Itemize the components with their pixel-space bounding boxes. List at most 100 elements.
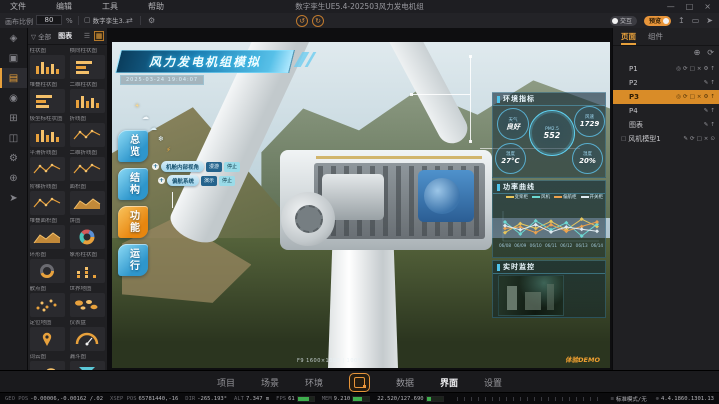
viewport-3d[interactable]: 风力发电机组模拟 2025-03-24 19:04:07 ☀☁☁❄⚡ 总览结构功… bbox=[112, 42, 610, 368]
frame-icon[interactable]: ◉ bbox=[0, 88, 27, 108]
callout-button[interactable]: 停止 bbox=[224, 162, 240, 172]
undo-icon[interactable]: ↺ bbox=[296, 15, 308, 27]
menu-item[interactable]: 帮助 bbox=[148, 1, 164, 12]
cloud-icon-2[interactable]: ☁ bbox=[150, 124, 157, 132]
bottom-tab-项目[interactable]: 项目 bbox=[217, 376, 235, 389]
row-action-icon[interactable]: ↑ bbox=[710, 94, 715, 100]
monitor-video-thumbnail[interactable] bbox=[498, 275, 564, 316]
page-row[interactable]: P4✎↑ bbox=[613, 104, 719, 118]
page-row[interactable]: 图表✎↑ bbox=[613, 118, 719, 132]
grid-view-icon[interactable]: ▦ bbox=[94, 31, 104, 41]
chart-tile[interactable]: 堆叠柱状图 bbox=[30, 82, 66, 113]
redo-icon[interactable]: ↻ bbox=[312, 15, 324, 27]
minimize-button[interactable]: — bbox=[667, 2, 675, 11]
page-row[interactable]: P2✎↑ bbox=[613, 76, 719, 90]
hud-menu-4[interactable]: 运行 bbox=[118, 244, 148, 276]
sun-icon[interactable]: ☀ bbox=[134, 102, 140, 110]
callout-button[interactable]: 演示 bbox=[201, 176, 217, 186]
menu-item[interactable]: 编辑 bbox=[56, 1, 72, 12]
row-action-icon[interactable]: ⚙ bbox=[703, 66, 708, 72]
lightning-icon[interactable]: ⚡ bbox=[166, 146, 171, 154]
cloud-icon[interactable]: ☁ bbox=[142, 113, 149, 121]
chart-tile[interactable]: 仪表盘 bbox=[70, 320, 106, 351]
chart-tile[interactable]: 漏斗图 bbox=[70, 354, 106, 370]
interact-toggle[interactable]: 交互 bbox=[610, 16, 637, 26]
publish-icon[interactable]: ↥ bbox=[678, 16, 685, 25]
row-action-icon[interactable]: ✎ bbox=[704, 80, 709, 86]
row-action-icon[interactable]: ⟳ bbox=[683, 94, 688, 100]
row-action-icon[interactable]: ↑ bbox=[710, 108, 715, 114]
bottom-tab-环境[interactable]: 环境 bbox=[305, 376, 323, 389]
snow-icon[interactable]: ❄ bbox=[158, 135, 164, 143]
filter-dropdown[interactable]: ▽ 全部 bbox=[31, 31, 51, 41]
bottom-tab-界面[interactable]: 界面 bbox=[440, 376, 458, 389]
table-icon[interactable]: ⊞ bbox=[0, 108, 27, 128]
row-action-icon[interactable]: ↑ bbox=[710, 122, 715, 128]
app-logo[interactable] bbox=[349, 373, 370, 392]
chart-library-icon[interactable]: ▤ bbox=[0, 68, 27, 88]
project-chip[interactable]: ▢ 数字孪生3... bbox=[84, 15, 129, 25]
row-action-icon[interactable]: ⟳ bbox=[683, 66, 688, 72]
visibility-box-icon[interactable]: □ bbox=[621, 136, 626, 142]
row-action-icon[interactable]: ◎ bbox=[676, 66, 681, 72]
swap-icon[interactable]: ⇄ bbox=[126, 16, 133, 25]
hud-menu-3[interactable]: 功能 bbox=[118, 206, 148, 238]
row-action-icon[interactable]: □ bbox=[690, 66, 695, 72]
bottom-tab-场景[interactable]: 场景 bbox=[261, 376, 279, 389]
page-row[interactable]: □风机模型1✎⟳□×⊙ bbox=[613, 132, 719, 146]
chart-tile[interactable]: 环形图 bbox=[30, 252, 66, 283]
plus-node-icon[interactable]: + bbox=[152, 163, 159, 170]
scene-icon[interactable]: ▣ bbox=[0, 48, 27, 68]
menu-item[interactable]: 工具 bbox=[102, 1, 118, 12]
node-graph-icon[interactable]: ◈ bbox=[0, 28, 27, 48]
row-action-icon[interactable]: ⚙ bbox=[703, 94, 708, 100]
bottom-tab-数据[interactable]: 数据 bbox=[396, 376, 414, 389]
row-action-icon[interactable]: ◎ bbox=[676, 94, 681, 100]
chart-tile[interactable]: 极坐标柱状图 bbox=[30, 116, 66, 147]
chart-tile[interactable]: 散点图 bbox=[30, 286, 66, 317]
legend-item[interactable]: 变桨柜 bbox=[506, 194, 529, 200]
tab-组件[interactable]: 组件 bbox=[648, 31, 663, 45]
callout-label[interactable]: 偏航系统 bbox=[167, 175, 199, 186]
chart-tile[interactable]: 世界地图 bbox=[70, 286, 106, 317]
row-action-icon[interactable]: ⊙ bbox=[710, 136, 715, 142]
row-action-icon[interactable]: ↑ bbox=[710, 66, 715, 72]
chart-tile[interactable]: 二维折线图 bbox=[70, 150, 106, 181]
preview-toggle[interactable]: 预览 bbox=[644, 16, 671, 26]
canvas-scale-input[interactable] bbox=[36, 15, 62, 25]
row-action-icon[interactable]: ⟳ bbox=[690, 136, 695, 142]
chart-tile[interactable]: 堆叠面积图 bbox=[30, 218, 66, 249]
plus-node-icon[interactable]: + bbox=[158, 177, 165, 184]
chart-tile[interactable]: 饼图 bbox=[70, 218, 106, 249]
menu-item[interactable]: 文件 bbox=[10, 1, 26, 12]
legend-item[interactable]: 风机 bbox=[532, 194, 550, 200]
row-action-icon[interactable]: ✎ bbox=[704, 108, 709, 114]
export-icon[interactable]: ➤ bbox=[0, 188, 27, 208]
display-icon[interactable]: ▭ bbox=[692, 16, 700, 25]
row-action-icon[interactable]: ↑ bbox=[710, 80, 715, 86]
hud-menu-2[interactable]: 结构 bbox=[118, 168, 148, 200]
page-row[interactable]: P3◎⟳□×⚙↑ bbox=[613, 90, 719, 104]
chart-tile[interactable]: 词云图 bbox=[30, 354, 66, 370]
send-icon[interactable]: ➤ bbox=[706, 16, 713, 25]
chart-tile[interactable]: 横向柱状图 bbox=[70, 48, 106, 79]
row-action-icon[interactable]: ✎ bbox=[683, 136, 688, 142]
chart-tile[interactable]: 阶梯折线图 bbox=[30, 184, 66, 215]
row-action-icon[interactable]: × bbox=[704, 136, 709, 142]
row-action-icon[interactable]: × bbox=[697, 66, 702, 72]
list-view-icon[interactable]: ☰ bbox=[82, 31, 92, 41]
chart-tile[interactable]: 定位地图 bbox=[30, 320, 66, 351]
chart-tile[interactable]: 象形柱状图 bbox=[70, 252, 106, 283]
chart-tile[interactable]: 柱状图 bbox=[30, 48, 66, 79]
window-icon[interactable]: ◫ bbox=[0, 128, 27, 148]
row-action-icon[interactable]: ✎ bbox=[704, 122, 709, 128]
chart-tile[interactable]: 二维柱状图 bbox=[70, 82, 106, 113]
chart-tile[interactable]: 平滑折线图 bbox=[30, 150, 66, 181]
callout-button[interactable]: 停止 bbox=[219, 176, 235, 186]
add-page-icon[interactable]: ⊕ bbox=[694, 48, 701, 57]
chart-tile[interactable]: 折线图 bbox=[70, 116, 106, 147]
callout-label[interactable]: 机舱内部视角 bbox=[161, 161, 204, 172]
toolbar-settings-icon[interactable]: ⚙ bbox=[148, 16, 155, 25]
legend-item[interactable]: 偏航柜 bbox=[554, 194, 577, 200]
callout-button[interactable]: 漫游 bbox=[206, 162, 222, 172]
